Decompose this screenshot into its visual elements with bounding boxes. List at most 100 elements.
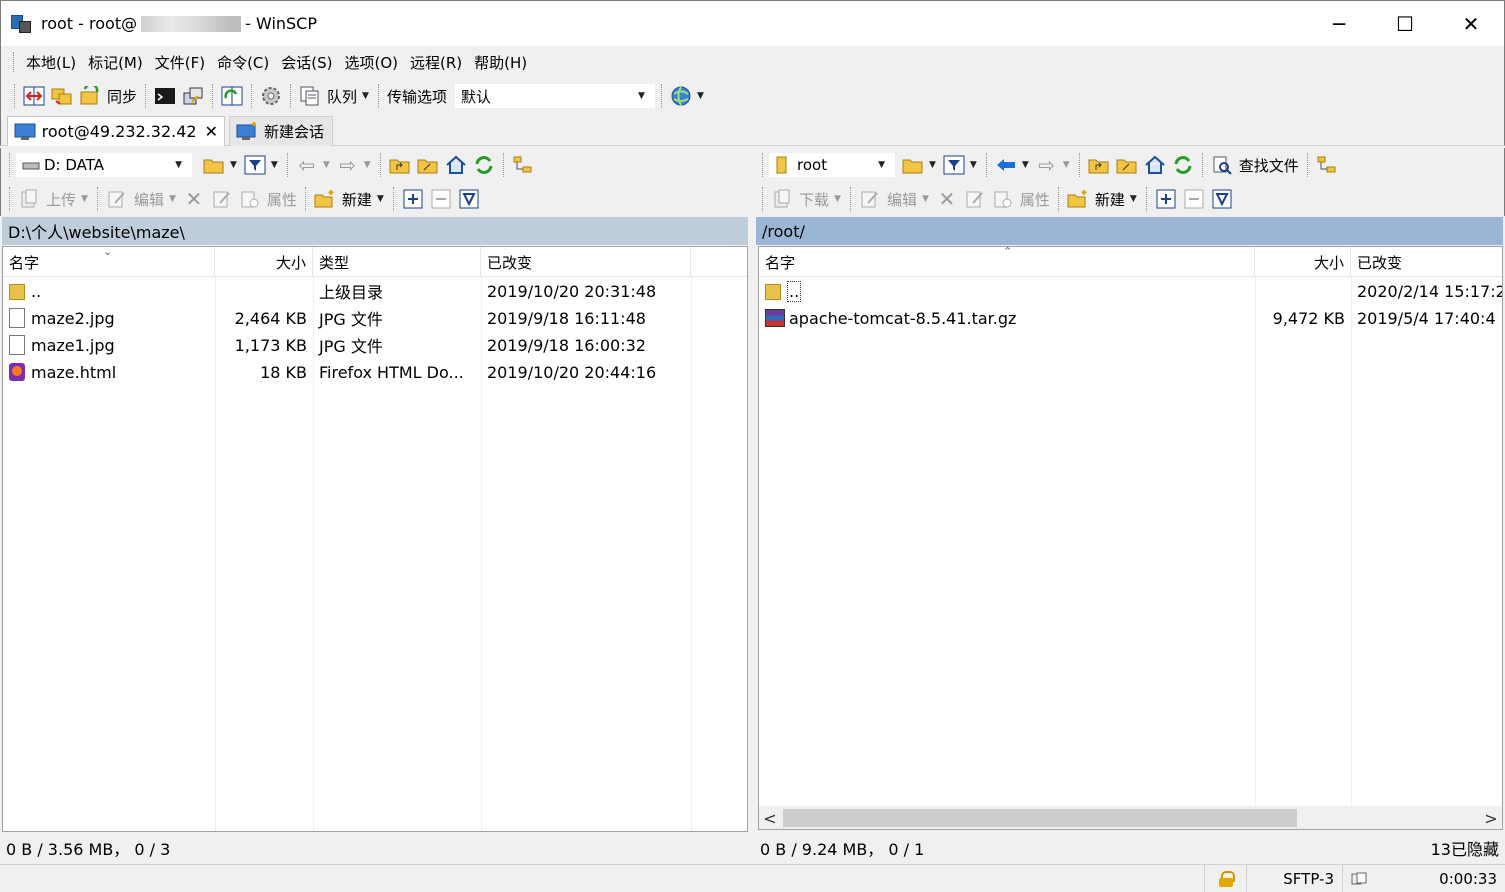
scrollbar-thumb[interactable] (783, 809, 1297, 827)
edit-caret-icon[interactable]: ▼ (922, 194, 929, 204)
root-directory-icon[interactable] (417, 154, 439, 176)
download-icon[interactable] (771, 188, 793, 210)
new-button[interactable]: 新建 (1095, 189, 1125, 210)
menu-help[interactable]: 帮助(H) (468, 52, 533, 73)
filter-caret-icon[interactable]: ▼ (970, 160, 977, 170)
tab-close-icon[interactable]: ✕ (205, 122, 218, 141)
synchronize-button[interactable]: 同步 (107, 86, 137, 107)
edit-icon[interactable] (106, 188, 128, 210)
home-icon[interactable] (445, 154, 467, 176)
open-folder-caret-icon[interactable]: ▼ (230, 160, 237, 170)
column-changed[interactable]: 已改变 (1351, 247, 1502, 277)
find-files-icon[interactable] (1211, 154, 1233, 176)
table-row[interactable]: maze2.jpg 2,464 KB JPG 文件 2019/9/18 16:1… (3, 305, 747, 331)
queue-dropdown-caret-icon[interactable]: ▼ (362, 91, 369, 101)
right-horizontal-scrollbar[interactable]: < > (758, 806, 1503, 830)
upload-button[interactable]: 上传 (46, 189, 76, 210)
select-minus-icon[interactable] (1183, 188, 1205, 210)
rename-icon[interactable] (211, 188, 233, 210)
left-drive-select[interactable]: D: DATA ▼ (15, 152, 193, 178)
menu-commands[interactable]: 命令(C) (211, 52, 275, 73)
find-files-button[interactable]: 查找文件 (1239, 155, 1299, 176)
menu-options[interactable]: 选项(O) (338, 52, 404, 73)
table-row[interactable]: apache-tomcat-8.5.41.tar.gz 9,472 KB 201… (759, 305, 1502, 331)
delete-icon[interactable]: ✕ (183, 187, 205, 211)
new-folder-icon[interactable] (314, 188, 336, 210)
filter-caret-icon[interactable]: ▼ (271, 160, 278, 170)
scroll-right-icon[interactable]: > (1480, 806, 1502, 830)
tree-view-icon[interactable] (1316, 154, 1338, 176)
edit-button[interactable]: 编辑 (887, 189, 917, 210)
new-caret-icon[interactable]: ▼ (377, 194, 384, 204)
back-caret-icon[interactable]: ▼ (323, 160, 330, 170)
column-name[interactable]: 名字 ⌄ (3, 247, 215, 277)
transfer-preset-select[interactable]: 默认 ▼ (453, 83, 656, 109)
new-caret-icon[interactable]: ▼ (1130, 194, 1137, 204)
forward-caret-icon[interactable]: ▼ (364, 160, 371, 170)
back-caret-icon[interactable]: ▼ (1022, 160, 1029, 170)
root-directory-icon[interactable] (1116, 154, 1138, 176)
refresh-icon[interactable] (1172, 154, 1194, 176)
close-button[interactable]: ✕ (1438, 1, 1504, 47)
forward-arrow-icon[interactable]: ⇨ (1036, 153, 1058, 177)
column-size[interactable]: 大小 (1255, 247, 1351, 277)
open-folder-icon[interactable] (902, 154, 924, 176)
table-row[interactable]: maze.html 18 KB Firefox HTML Do... 2019/… (3, 359, 747, 385)
filter-select-icon[interactable] (1211, 188, 1233, 210)
properties-button[interactable]: 属性 (1020, 189, 1050, 210)
edit-icon[interactable] (859, 188, 881, 210)
globe-icon[interactable] (670, 85, 692, 107)
table-row[interactable]: maze1.jpg 1,173 KB JPG 文件 2019/9/18 16:0… (3, 332, 747, 358)
open-folder-icon[interactable] (203, 154, 225, 176)
back-arrow-icon[interactable]: ⇦ (296, 153, 318, 177)
left-path-bar[interactable]: D:\个人\website\maze\ (2, 217, 748, 245)
terminal-icon[interactable] (154, 85, 176, 107)
column-size[interactable]: 大小 (215, 247, 313, 277)
delete-icon[interactable]: ✕ (936, 187, 958, 211)
filter-icon[interactable] (244, 154, 266, 176)
column-changed[interactable]: 已改变 (481, 247, 691, 277)
putty-icon[interactable] (182, 85, 204, 107)
keep-up-to-date-icon[interactable] (221, 85, 243, 107)
upload-caret-icon[interactable]: ▼ (81, 194, 88, 204)
forward-caret-icon[interactable]: ▼ (1063, 160, 1070, 170)
hidden-files-count[interactable]: 13已隐藏 (1431, 836, 1499, 860)
queue-icon[interactable] (299, 85, 321, 107)
filter-icon[interactable] (943, 154, 965, 176)
tab-new-session[interactable]: 新建会话 (229, 116, 333, 146)
refresh-icon[interactable] (473, 154, 495, 176)
parent-directory-icon[interactable] (389, 154, 411, 176)
right-folder-select[interactable]: root ▼ (768, 152, 896, 178)
synchronize-browsing-icon[interactable] (51, 85, 73, 107)
download-button[interactable]: 下载 (799, 189, 829, 210)
open-folder-caret-icon[interactable]: ▼ (929, 160, 936, 170)
edit-caret-icon[interactable]: ▼ (169, 194, 176, 204)
home-icon[interactable] (1144, 154, 1166, 176)
right-file-list[interactable]: 名字 ⌃ 大小 已改变 .. 2020/2/14 15:17:2 apache-… (758, 246, 1503, 807)
queue-button[interactable]: 队列 (327, 86, 357, 107)
maximize-button[interactable]: ☐ (1372, 1, 1438, 47)
right-path-bar[interactable]: /root/ (756, 217, 1503, 245)
preferences-gear-icon[interactable] (260, 85, 282, 107)
column-type[interactable]: 类型 (313, 247, 481, 277)
select-plus-icon[interactable] (402, 188, 424, 210)
properties-icon[interactable] (239, 188, 261, 210)
new-folder-icon[interactable] (1067, 188, 1089, 210)
synchronize-icon[interactable] (79, 85, 101, 107)
globe-dropdown-caret-icon[interactable]: ▼ (697, 91, 704, 101)
select-plus-icon[interactable] (1155, 188, 1177, 210)
menu-mark[interactable]: 标记(M) (82, 52, 149, 73)
tab-session-active[interactable]: root@49.232.32.42 ✕ (7, 116, 225, 146)
table-row[interactable]: .. 2020/2/14 15:17:2 (759, 278, 1502, 304)
filter-select-icon[interactable] (458, 188, 480, 210)
menu-local[interactable]: 本地(L) (20, 52, 82, 73)
left-file-list[interactable]: 名字 ⌄ 大小 类型 已改变 .. 上级目录 2019/10/20 20:31:… (2, 246, 748, 832)
minimize-button[interactable]: ─ (1306, 1, 1372, 47)
tree-view-icon[interactable] (512, 154, 534, 176)
new-button[interactable]: 新建 (342, 189, 372, 210)
menu-session[interactable]: 会话(S) (275, 52, 338, 73)
properties-icon[interactable] (992, 188, 1014, 210)
edit-button[interactable]: 编辑 (134, 189, 164, 210)
compare-directories-icon[interactable] (23, 85, 45, 107)
table-row[interactable]: .. 上级目录 2019/10/20 20:31:48 (3, 278, 747, 304)
